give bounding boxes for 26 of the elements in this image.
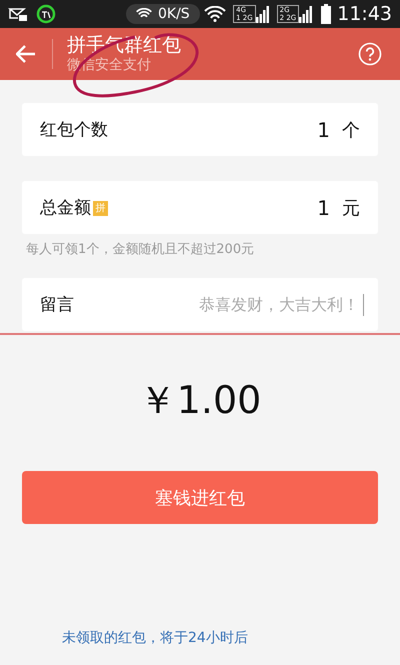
field-value: 1 [317,196,330,220]
total-amount: ￥1.00 [138,377,262,424]
form-row[interactable]: 红包个数 1 个 [22,103,378,156]
message-field[interactable]: 恭喜发财，大吉大利！ [157,294,361,315]
back-arrow-icon [16,45,36,63]
network-speed: 0K/S [126,4,200,24]
help-button[interactable] [358,42,382,66]
form-row[interactable]: 总金额 拼 1 元 [22,181,378,234]
signal-icon [299,5,314,23]
battery-icon [321,4,332,24]
field-label: 总金额 [40,198,91,218]
app-icon [36,4,56,24]
unit-label: 元 [342,196,360,220]
signal-icon [256,5,270,23]
expiry-note: 未领取的红包，将于24小时后 [62,629,248,647]
clock: 11:43 [337,3,392,25]
field-label: 留言 [40,294,75,316]
random-tag: 拼 [93,201,108,216]
mail-icon [8,6,28,22]
field-value: 1 [317,118,330,142]
hint-text: 每人可领1个，金额随机且不超过200元 [26,241,256,258]
wifi-icon [136,8,152,20]
wifi-icon [204,6,226,22]
unit-label: 个 [342,118,360,142]
help-icon [358,42,382,66]
field-label: 红包个数 [40,119,109,141]
